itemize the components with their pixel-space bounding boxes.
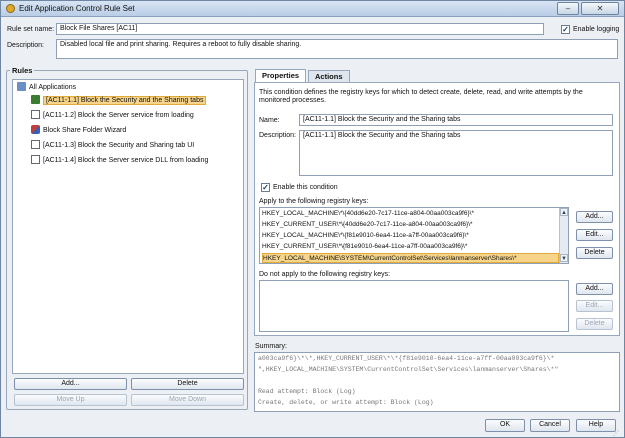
apply-keys-scrollbar[interactable]: ▲ ▼ xyxy=(559,208,568,263)
condition-name-input[interactable]: [AC11-1.1] Block the Security and the Sh… xyxy=(299,114,613,126)
apply-add-button[interactable]: Add... xyxy=(576,211,613,223)
ok-button[interactable]: OK xyxy=(485,419,525,432)
ruleset-name-label: Rule set name: xyxy=(7,26,55,33)
condition-description-input[interactable]: [AC11-1.1] Block the Security and the Sh… xyxy=(299,130,613,176)
document-icon xyxy=(31,110,40,119)
exclude-edit-button[interactable]: Edit... xyxy=(576,300,613,312)
summary-line: a003ca9f6}\*\*,HKEY_CURRENT_USER\*\*{f81… xyxy=(258,355,555,362)
enable-logging-checkbox[interactable]: ✓ xyxy=(561,25,570,34)
condition-name-label: Name: xyxy=(259,117,280,124)
tab-properties[interactable]: Properties xyxy=(255,69,307,83)
exclude-keys-label: Do not apply to the following registry k… xyxy=(259,271,391,278)
tree-root-all-applications[interactable]: All Applications xyxy=(17,82,76,94)
registry-key-row[interactable]: HKEY_CURRENT_USER\*\{f81e9010-6ea4-11ce-… xyxy=(262,242,467,252)
rule-item[interactable]: [AC11-1.4] Block the Server service DLL … xyxy=(31,155,208,167)
minimize-button[interactable]: – xyxy=(557,2,579,15)
exclude-add-button[interactable]: Add... xyxy=(576,283,613,295)
folder-icon xyxy=(17,82,26,91)
resize-grip-icon[interactable]: ⋰ xyxy=(613,430,619,437)
ruleset-name-input[interactable]: Block File Shares [AC11] xyxy=(56,23,544,35)
rules-title: Rules xyxy=(10,66,35,75)
summary-line: Read attempt: Block (Log) xyxy=(258,388,356,395)
apply-delete-button[interactable]: Delete xyxy=(576,247,613,259)
close-button[interactable]: ✕ xyxy=(581,2,619,15)
app-shield-icon xyxy=(6,4,15,13)
move-down-button[interactable]: Move Down xyxy=(131,394,244,406)
window-title: Edit Application Control Rule Set xyxy=(19,4,135,13)
registry-key-row-selected[interactable]: HKEY_LOCAL_MACHINE\SYSTEM\CurrentControl… xyxy=(262,253,559,263)
scroll-down-arrow-icon[interactable]: ▼ xyxy=(560,254,568,262)
delete-rule-button[interactable]: Delete xyxy=(131,378,244,390)
ruleset-description-input[interactable]: Disabled local file and print sharing. R… xyxy=(56,39,618,59)
rule-item[interactable]: [AC11-1.2] Block the Server service from… xyxy=(31,110,194,122)
rule-item[interactable]: [AC11-1.3] Block the Security and Sharin… xyxy=(31,140,194,152)
apply-keys-list[interactable]: HKEY_LOCAL_MACHINE\*\{40dd6e20-7c17-11ce… xyxy=(259,207,569,264)
summary-line: Create, delete, or write attempt: Block … xyxy=(258,399,434,406)
exclude-delete-button[interactable]: Delete xyxy=(576,318,613,330)
enable-condition-checkbox[interactable]: ✓ xyxy=(261,183,270,192)
properties-intro-text: This condition defines the registry keys… xyxy=(259,89,583,104)
registry-key-row[interactable]: HKEY_LOCAL_MACHINE\*\{f81e9010-6ea4-11ce… xyxy=(262,231,469,241)
ruleset-description-label: Description: xyxy=(7,42,44,49)
summary-label: Summary: xyxy=(255,343,287,350)
summary-text[interactable]: a003ca9f6}\*\*,HKEY_CURRENT_USER\*\*{f81… xyxy=(254,352,620,412)
rule-item[interactable]: Block Share Folder Wizard xyxy=(31,125,126,137)
dialog-window: Edit Application Control Rule Set – ✕ Ru… xyxy=(0,0,625,438)
registry-key-row[interactable]: HKEY_LOCAL_MACHINE\*\{40dd6e20-7c17-11ce… xyxy=(262,209,474,219)
condition-description-label: Description: xyxy=(259,132,296,139)
exclude-keys-list[interactable] xyxy=(259,280,569,332)
help-button[interactable]: Help xyxy=(576,419,616,432)
cancel-button[interactable]: Cancel xyxy=(530,419,570,432)
document-icon xyxy=(31,155,40,164)
rule-item[interactable]: [AC11-1.1] Block the Security and the Sh… xyxy=(31,95,207,107)
title-bar[interactable]: Edit Application Control Rule Set – ✕ xyxy=(1,1,624,17)
apply-keys-label: Apply to the following registry keys: xyxy=(259,198,369,205)
apply-edit-button[interactable]: Edit... xyxy=(576,229,613,241)
scroll-up-arrow-icon[interactable]: ▲ xyxy=(560,208,568,216)
summary-line: ",HKEY_LOCAL_MACHINE\SYSTEM\CurrentContr… xyxy=(258,366,559,373)
registry-key-row[interactable]: HKEY_CURRENT_USER\*\{40dd6e20-7c17-11ce-… xyxy=(262,220,473,230)
add-rule-button[interactable]: Add... xyxy=(14,378,127,390)
document-icon xyxy=(31,140,40,149)
rules-tree[interactable]: All Applications [AC11-1.1] Block the Se… xyxy=(12,79,244,374)
enable-logging-label: Enable logging xyxy=(573,26,620,33)
key-icon xyxy=(31,125,40,134)
rule-icon xyxy=(31,95,40,104)
move-up-button[interactable]: Move Up xyxy=(14,394,127,406)
enable-condition-label: Enable this condition xyxy=(273,184,338,191)
